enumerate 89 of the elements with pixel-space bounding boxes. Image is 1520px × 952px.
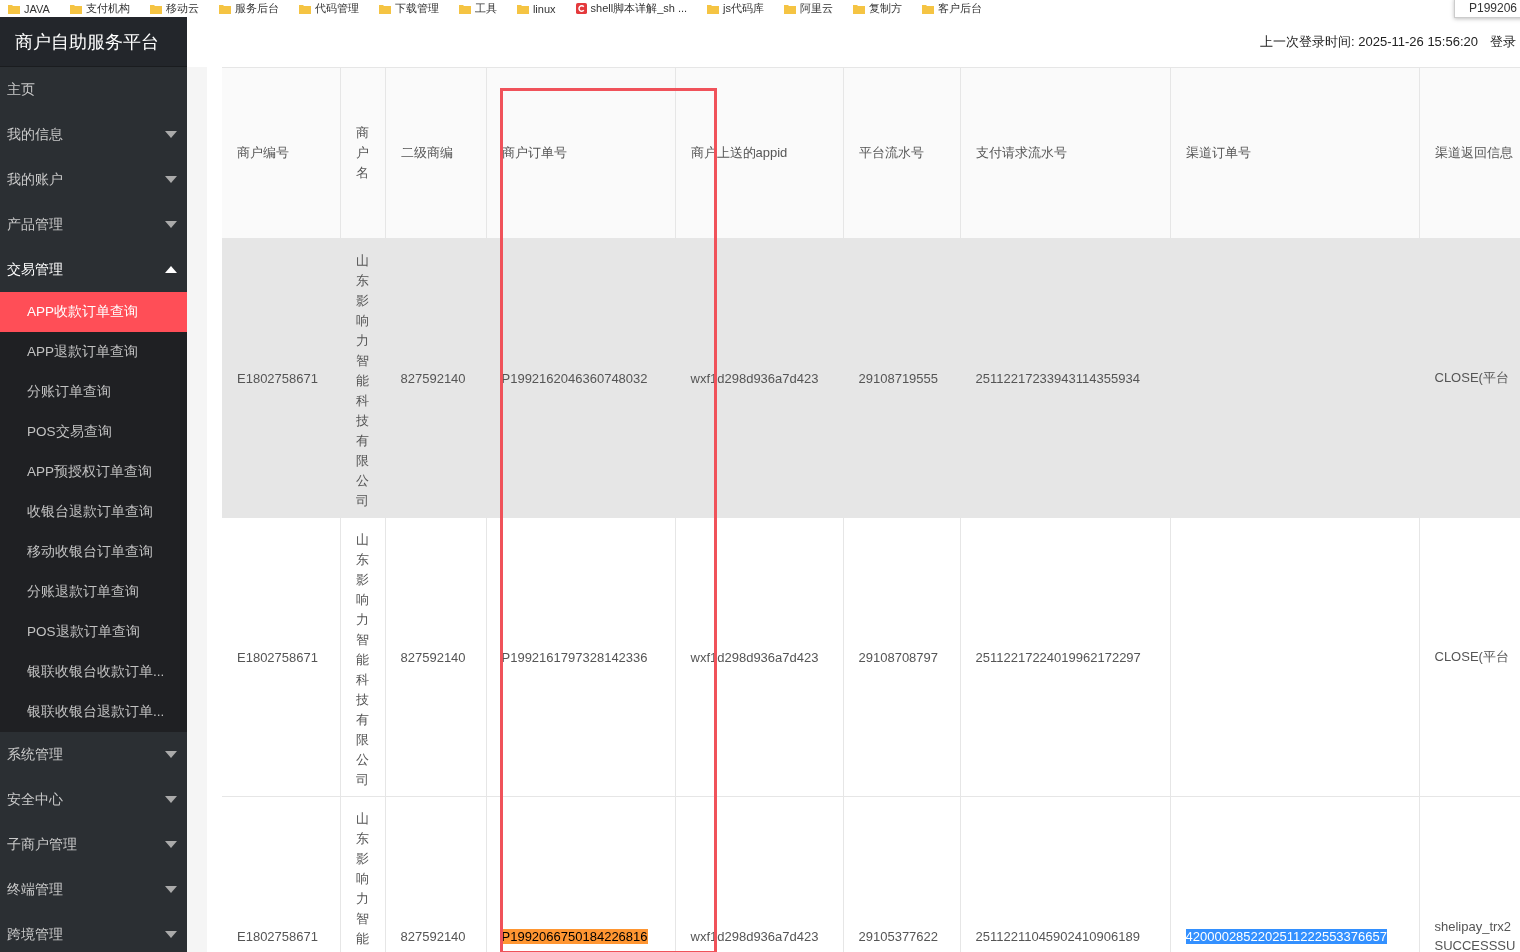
column-header: 商户名 bbox=[340, 67, 385, 239]
table-cell: P1992162046360748032 bbox=[501, 370, 648, 386]
submenu-item[interactable]: 银联收银台退款订单... bbox=[0, 692, 187, 732]
folder-icon bbox=[149, 3, 162, 14]
column-header: 商户编号 bbox=[222, 67, 340, 239]
table-cell: P1992161797328142336 bbox=[501, 649, 648, 665]
sidebar-item[interactable]: 子商户管理 bbox=[0, 822, 187, 867]
column-header: 二级商编 bbox=[385, 67, 486, 239]
folder-icon bbox=[458, 3, 471, 14]
login-link[interactable]: 登录 bbox=[1490, 33, 1516, 51]
table-cell: 827592140 bbox=[400, 928, 466, 944]
sidebar-item[interactable]: 交易管理 bbox=[0, 247, 187, 292]
table-cell: 4200002852202511222553376657 bbox=[1185, 928, 1387, 944]
bookmark-link[interactable]: 客户后台 bbox=[938, 1, 983, 16]
table-cell: 25112211045902410906189 bbox=[975, 928, 1140, 944]
submenu-item[interactable]: 移动收银台订单查询 bbox=[0, 532, 187, 572]
submenu-item[interactable]: 收银台退款订单查询 bbox=[0, 492, 187, 532]
table-cell-text: 山东影响力智能科技有限公司 bbox=[356, 531, 369, 789]
table-cell: CLOSE(平台 bbox=[1434, 370, 1509, 385]
table-cell: 827592140 bbox=[400, 370, 466, 386]
sidebar-item[interactable]: 产品管理 bbox=[0, 202, 187, 247]
table-cell: P1992066750184226816 bbox=[501, 928, 648, 944]
folder-icon bbox=[853, 3, 866, 14]
sidebar-item[interactable]: 我的信息 bbox=[0, 112, 187, 157]
folder-icon bbox=[922, 3, 935, 14]
folder-icon bbox=[378, 3, 391, 14]
table-cell: 29105377622 bbox=[858, 928, 939, 944]
bookmark-link[interactable]: 移动云 bbox=[165, 1, 199, 16]
bookmark-link[interactable]: 复制方 bbox=[869, 1, 903, 16]
sidebar-item-label: 我的账户 bbox=[7, 170, 63, 189]
sidebar-item-label: 交易管理 bbox=[7, 260, 63, 279]
sidebar-item[interactable]: 安全中心 bbox=[0, 777, 187, 822]
folder-icon bbox=[298, 3, 311, 14]
table-cell: 29108719555 bbox=[858, 370, 939, 386]
column-header: 支付请求流水号 bbox=[960, 67, 1170, 239]
sidebar-item-label: 产品管理 bbox=[7, 215, 63, 234]
sidebar-item[interactable]: 终端管理 bbox=[0, 867, 187, 912]
sidebar-item-label: 安全中心 bbox=[7, 790, 63, 809]
submenu-item[interactable]: POS退款订单查询 bbox=[0, 612, 187, 652]
sidebar-item-label: 子商户管理 bbox=[7, 835, 77, 854]
sidebar-item-label: 跨境管理 bbox=[7, 925, 63, 944]
table-cell: 827592140 bbox=[400, 649, 466, 665]
last-login-time: 上一次登录时间: 2025-11-26 15:56:20 bbox=[1260, 33, 1478, 51]
folder-icon bbox=[516, 3, 529, 14]
tooltip: P199206 bbox=[1453, 0, 1520, 18]
sidebar-item[interactable]: 跨境管理 bbox=[0, 912, 187, 952]
table-cell-text: 山东影响力智能科技有限公司 bbox=[356, 252, 369, 510]
folder-icon bbox=[69, 3, 82, 14]
column-header: 渠道返回信息 bbox=[1419, 67, 1520, 239]
folder-icon bbox=[707, 3, 720, 14]
table-cell: E1802758671 bbox=[237, 928, 318, 944]
table-cell: 29108708797 bbox=[858, 649, 939, 665]
sidebar-item-label: 终端管理 bbox=[7, 880, 63, 899]
folder-icon bbox=[8, 3, 20, 14]
submenu-item[interactable]: APP预授权订单查询 bbox=[0, 452, 187, 492]
bookmark-link[interactable]: 下载管理 bbox=[394, 1, 439, 16]
site-icon bbox=[575, 3, 587, 14]
table-cell: 25112217224019962172297 bbox=[975, 649, 1141, 665]
column-header: 商户订单号 bbox=[486, 67, 675, 239]
table-cell-text: shelipay_trx2 SUCCESSSU bbox=[1434, 918, 1516, 952]
sidebar-item-label: 系统管理 bbox=[7, 745, 63, 764]
column-header: 平台流水号 bbox=[843, 67, 960, 239]
bookmark-link[interactable]: js代码库 bbox=[723, 1, 765, 16]
submenu-item[interactable]: POS交易查询 bbox=[0, 412, 187, 452]
submenu-item[interactable]: 分账订单查询 bbox=[0, 372, 187, 412]
table-cell: E1802758671 bbox=[237, 649, 318, 665]
app-title: 商户自助服务平台 bbox=[0, 17, 187, 67]
folder-icon bbox=[218, 3, 231, 14]
submenu-item[interactable]: 银联收银台收款订单... bbox=[0, 652, 187, 692]
bookmark-link[interactable]: 代码管理 bbox=[314, 1, 359, 16]
bookmark-link[interactable]: 工具 bbox=[474, 1, 497, 16]
bookmark-link[interactable]: JAVA bbox=[24, 2, 50, 15]
sidebar-item-label: 我的信息 bbox=[7, 125, 63, 144]
sidebar-item[interactable]: 主页 bbox=[0, 67, 187, 112]
column-header: 渠道订单号 bbox=[1170, 67, 1419, 239]
submenu-item[interactable]: APP退款订单查询 bbox=[0, 332, 187, 372]
bookmark-link[interactable]: linux bbox=[532, 2, 556, 15]
folder-icon bbox=[784, 3, 797, 14]
table-cell: 25112217233943114355934 bbox=[975, 370, 1140, 386]
bookmark-link[interactable]: 服务后台 bbox=[234, 1, 279, 16]
bookmark-link[interactable]: 阿里云 bbox=[800, 1, 834, 16]
sidebar-item[interactable]: 我的账户 bbox=[0, 157, 187, 202]
table-cell-text: 山东影响力智能 bbox=[356, 810, 369, 948]
bookmark-link[interactable]: shell脚本详解_sh ... bbox=[590, 1, 688, 16]
sidebar-item[interactable]: 系统管理 bbox=[0, 732, 187, 777]
submenu-item[interactable]: 分账退款订单查询 bbox=[0, 572, 187, 612]
bookmark-link[interactable]: 支付机构 bbox=[85, 1, 130, 16]
table-cell: CLOSE(平台 bbox=[1434, 649, 1509, 664]
table-cell: E1802758671 bbox=[237, 370, 318, 386]
